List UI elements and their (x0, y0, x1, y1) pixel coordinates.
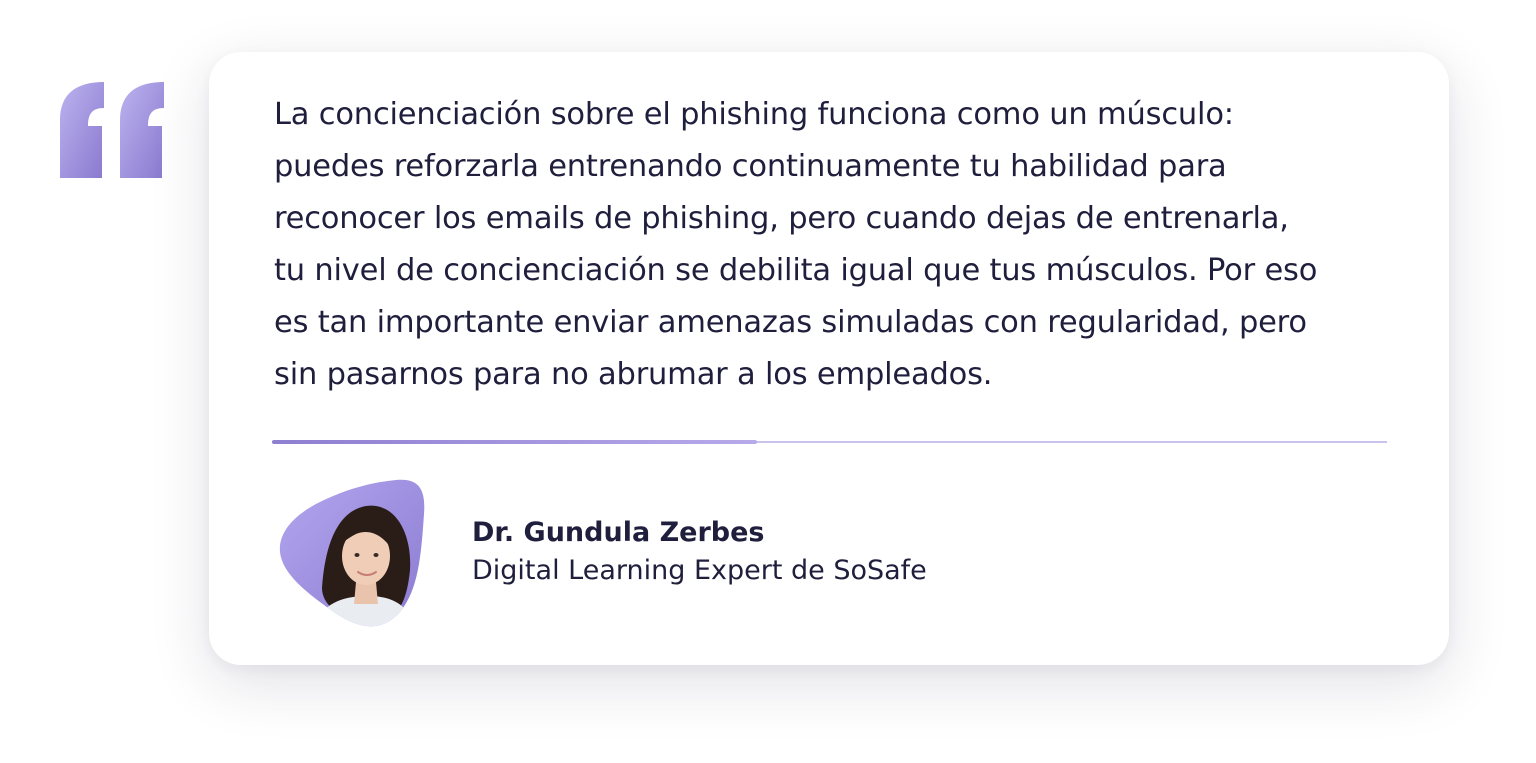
quote-text: La concienciación sobre el phishing func… (274, 89, 1414, 401)
quote-line: reconocer los emails de phishing, pero c… (274, 201, 1289, 236)
author-role: Digital Learning Expert de SoSafe (472, 555, 927, 586)
quote-line: La concienciación sobre el phishing func… (274, 97, 1234, 132)
author-avatar (279, 479, 425, 627)
quote-line: tu nivel de concienciación se debilita i… (274, 253, 1318, 288)
quote-divider (272, 440, 1387, 444)
testimonial-card: La concienciación sobre el phishing func… (209, 52, 1449, 665)
author-info: Dr. Gundula Zerbes Digital Learning Expe… (472, 514, 927, 590)
opening-quote-icon (60, 82, 164, 178)
divider-progress (272, 440, 758, 444)
quote-line: es tan importante enviar amenazas simula… (274, 305, 1307, 340)
quote-line: sin pasarnos para no abrumar a los emple… (274, 357, 993, 392)
author-name: Dr. Gundula Zerbes (472, 517, 765, 548)
quote-line: puedes reforzarla entrenando continuamen… (274, 149, 1227, 184)
